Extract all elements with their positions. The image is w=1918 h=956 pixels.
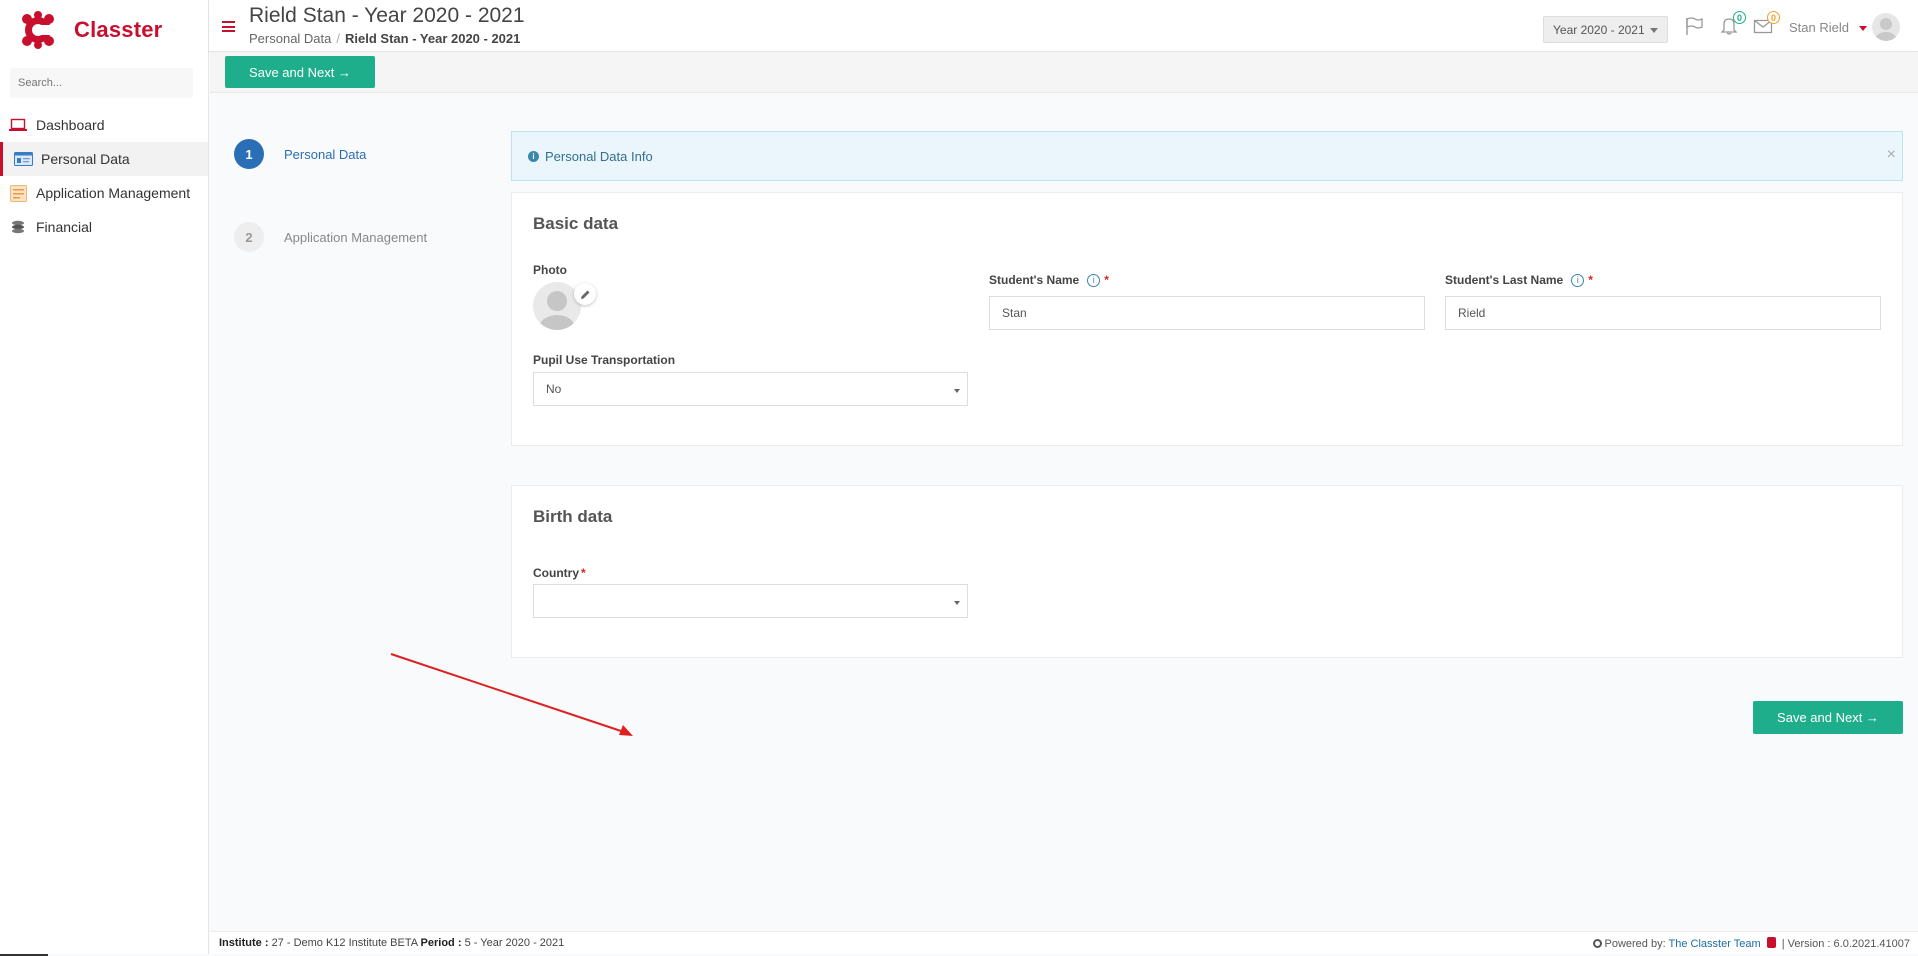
flag-icon[interactable] <box>1684 16 1704 36</box>
version-text: | Version : 6.0.2021.41007 <box>1781 938 1910 950</box>
info-icon[interactable]: i <box>1571 274 1585 288</box>
sidebar-item-label: Dashboard <box>36 117 105 133</box>
label-text: Student's Last Name <box>1445 273 1564 287</box>
edit-photo-pencil-icon[interactable] <box>574 283 596 305</box>
classter-small-logo-icon <box>1592 939 1602 948</box>
breadcrumb-link-personal-data[interactable]: Personal Data <box>249 31 331 46</box>
required-marker: * <box>1104 273 1109 287</box>
user-avatar[interactable] <box>1872 13 1900 41</box>
chevron-down-icon <box>1650 28 1658 33</box>
form-icon <box>8 184 28 202</box>
required-marker: * <box>581 566 586 580</box>
sidebar-item-financial[interactable]: Financial <box>0 210 208 244</box>
wizard-step-personal-data[interactable]: 1 Personal Data <box>234 139 366 169</box>
messages-badge: 0 <box>1767 11 1780 24</box>
year-select-value: Year 2020 - 2021 <box>1553 22 1645 37</box>
institute-label: Institute : <box>219 937 269 949</box>
breadcrumb-separator: / <box>336 31 341 46</box>
wizard-step-application-management[interactable]: 2 Application Management <box>234 222 427 252</box>
student-name-label: Student's Name i * <box>989 273 1109 288</box>
student-name-input[interactable]: Stan <box>989 296 1425 330</box>
classter-logo-icon <box>18 10 58 50</box>
powered-by-label: Powered by: <box>1604 938 1666 950</box>
photo-label: Photo <box>533 263 567 277</box>
step-number: 2 <box>234 222 264 252</box>
student-last-name-label: Student's Last Name i * <box>1445 273 1593 288</box>
info-icon[interactable]: i <box>1087 274 1101 288</box>
sidebar-item-label: Financial <box>36 219 93 235</box>
app-name: Classter <box>74 17 163 42</box>
envelope-icon[interactable]: 0 <box>1753 11 1780 36</box>
step-number: 1 <box>234 139 264 169</box>
year-select[interactable]: Year 2020 - 2021 <box>1543 16 1668 43</box>
classter-team-link[interactable]: The Classter Team <box>1669 938 1761 950</box>
breadcrumb-current: Rield Stan - Year 2020 - 2021 <box>345 31 521 46</box>
save-and-next-bottom-button[interactable]: Save and Next → <box>1753 701 1903 734</box>
logo[interactable]: Classter <box>0 0 208 60</box>
step-label: Application Management <box>284 229 428 245</box>
id-card-icon <box>13 151 33 167</box>
label-text: Student's Name <box>989 273 1080 287</box>
sidebar-search <box>10 68 193 98</box>
sidebar: Classter Dashboard Personal Data Applica… <box>0 0 209 954</box>
panel-title: Basic data <box>533 214 619 233</box>
user-name[interactable]: Stan Rield <box>1789 20 1849 35</box>
footer-institute: Institute : 27 - Demo K12 Institute BETA… <box>219 937 564 949</box>
student-last-name-input[interactable]: Rield <box>1445 296 1881 330</box>
notifications-badge: 0 <box>1733 11 1746 24</box>
institute-value: 27 - Demo K12 Institute BETA <box>271 937 418 949</box>
sidebar-nav: Dashboard Personal Data Application Mana… <box>0 108 208 244</box>
sidebar-item-label: Application Management <box>36 185 191 201</box>
sidebar-item-personal-data[interactable]: Personal Data <box>0 142 208 176</box>
close-icon[interactable]: × <box>1887 146 1896 164</box>
transport-select-value: No <box>546 382 562 396</box>
birth-data-panel: Birth data Country * <box>511 485 1903 658</box>
country-label: Country * <box>533 566 586 580</box>
bell-icon[interactable]: 0 <box>1719 11 1746 36</box>
footer: Institute : 27 - Demo K12 Institute BETA… <box>210 931 1918 954</box>
action-toolbar: Save and Next → <box>210 53 1918 93</box>
basic-data-panel: Basic data Photo Student's Name i * Stan S… <box>511 192 1903 446</box>
footer-right: Powered by: The Classter Team | Version … <box>1592 937 1910 950</box>
annotation-arrow-icon <box>390 653 633 736</box>
user-menu-caret-icon[interactable] <box>1859 26 1867 31</box>
breadcrumb: Personal Data / Rield Stan - Year 2020 - 2… <box>249 31 520 46</box>
country-select[interactable] <box>533 584 968 618</box>
period-value: 5 - Year 2020 - 2021 <box>464 937 565 949</box>
transport-label: Pupil Use Transportation <box>533 353 676 367</box>
chevron-down-icon <box>954 389 960 393</box>
save-and-next-button[interactable]: Save and Next → <box>225 56 375 88</box>
page-title: Rield Stan - Year 2020 - 2021 <box>249 4 525 27</box>
step-label: Personal Data <box>284 146 367 162</box>
transport-select[interactable]: No <box>533 372 968 406</box>
period-label: Period : <box>420 937 462 949</box>
top-header: Rield Stan - Year 2020 - 2021 Personal D… <box>209 0 1918 52</box>
coins-icon <box>8 219 28 235</box>
info-icon: i <box>528 150 539 162</box>
alert-text: Personal Data Info <box>545 148 653 164</box>
menu-toggle-icon[interactable] <box>222 21 235 32</box>
laptop-icon <box>8 117 28 133</box>
sidebar-item-application-management[interactable]: Application Management <box>0 176 208 210</box>
chevron-down-icon <box>954 601 960 605</box>
search-input[interactable] <box>18 77 193 89</box>
sidebar-item-label: Personal Data <box>41 151 130 167</box>
personal-data-info-alert: i Personal Data Info × <box>511 131 1903 181</box>
sidebar-item-dashboard[interactable]: Dashboard <box>0 108 208 142</box>
required-marker: * <box>1588 273 1593 287</box>
team-logo-icon <box>1766 937 1776 948</box>
label-text: Country <box>533 566 579 580</box>
panel-title: Birth data <box>533 507 613 526</box>
